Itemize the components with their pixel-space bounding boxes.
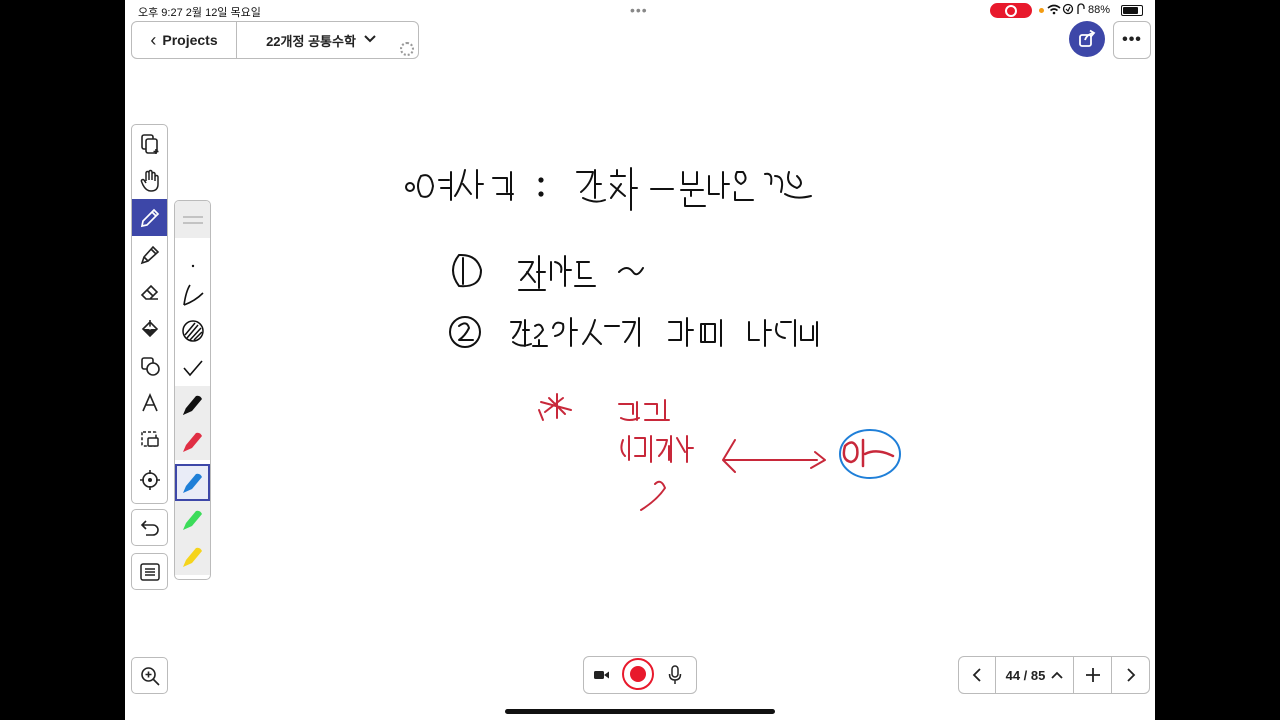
previous-page-button[interactable] bbox=[959, 657, 995, 693]
add-page-button[interactable] bbox=[1074, 657, 1111, 693]
camera-button[interactable] bbox=[594, 668, 610, 686]
handwriting-canvas[interactable] bbox=[125, 0, 1155, 720]
app-screen: 오후 9:27 2월 12일 목요일 ••• 88% ‹ Projects 22… bbox=[125, 0, 1155, 720]
plus-icon bbox=[1085, 668, 1100, 682]
chevron-right-icon bbox=[1126, 668, 1135, 682]
ink-item-1 bbox=[452, 253, 644, 291]
ink-item-2 bbox=[449, 316, 818, 348]
ink-annotation-red bbox=[538, 393, 826, 511]
chevron-up-icon bbox=[1051, 671, 1064, 679]
next-page-button[interactable] bbox=[1112, 657, 1149, 693]
page-count: 44 / 85 bbox=[1005, 667, 1046, 683]
video-camera-icon bbox=[594, 671, 609, 679]
recording-controls bbox=[583, 656, 697, 694]
ink-text-red-in-circle bbox=[842, 438, 895, 468]
ink-line-black-1 bbox=[405, 167, 812, 211]
microphone-icon bbox=[668, 665, 682, 684]
record-button[interactable] bbox=[622, 658, 654, 690]
page-navigator: 44 / 85 bbox=[958, 656, 1150, 694]
chevron-left-icon bbox=[972, 668, 981, 682]
home-indicator[interactable] bbox=[505, 709, 775, 714]
page-count-menu[interactable]: 44 / 85 bbox=[996, 657, 1073, 693]
microphone-button[interactable] bbox=[668, 665, 682, 690]
